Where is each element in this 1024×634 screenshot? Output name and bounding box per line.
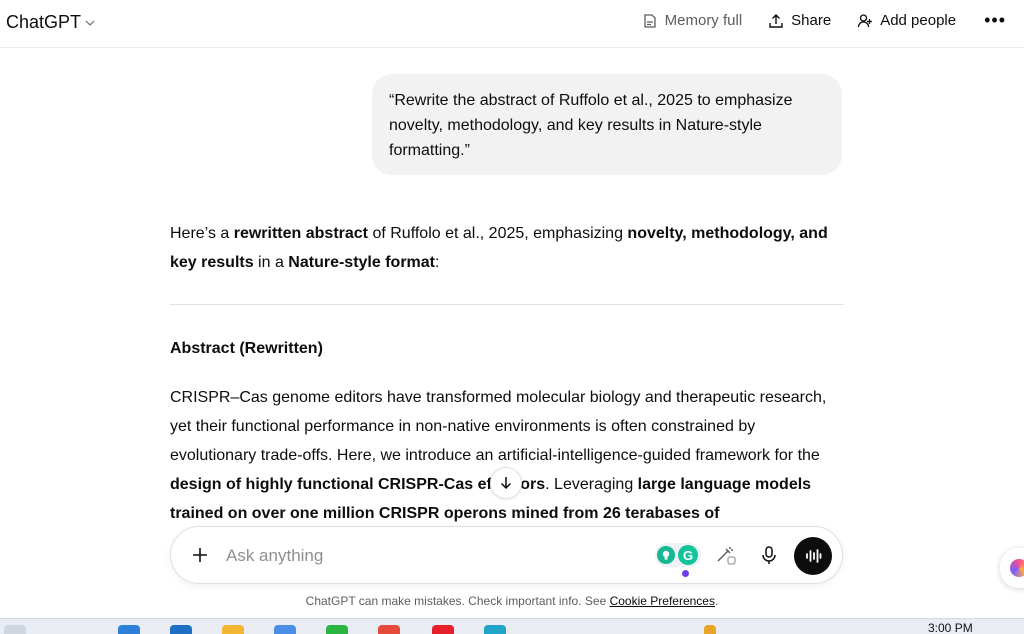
- model-label: ChatGPT: [6, 12, 82, 32]
- voice-waveform-icon: [806, 549, 822, 563]
- message-composer: G: [170, 526, 843, 584]
- edge-browser-icon[interactable]: [484, 625, 506, 634]
- user-message: “Rewrite the abstract of Ruffolo et al.,…: [372, 74, 842, 175]
- scroll-to-bottom-button[interactable]: [490, 467, 522, 499]
- start-thumbnail-icon[interactable]: [4, 625, 26, 634]
- os-taskbar: 3:00 PM: [0, 618, 1024, 634]
- tray-app-icon[interactable]: [704, 625, 716, 634]
- chrome-app-icon[interactable]: [378, 625, 400, 634]
- file-explorer-icon[interactable]: [222, 625, 244, 634]
- ask-input[interactable]: [226, 543, 616, 569]
- arrow-down-icon: [500, 477, 512, 490]
- share-upload-icon: [769, 13, 783, 28]
- disclaimer: ChatGPT can make mistakes. Check importa…: [305, 594, 719, 608]
- notification-dot: [682, 570, 689, 577]
- top-header: ChatGPT Memory full Share Add people •••: [0, 0, 1024, 48]
- section-heading: Abstract (Rewritten): [170, 340, 323, 357]
- extension-badges[interactable]: G: [655, 543, 701, 567]
- taskbar-clock[interactable]: 3:00 PM: [928, 621, 973, 634]
- add-person-icon: [858, 13, 873, 27]
- share-button[interactable]: Share: [768, 12, 831, 29]
- memory-full-button[interactable]: Memory full: [642, 12, 743, 29]
- add-people-button[interactable]: Add people: [857, 12, 956, 29]
- add-people-label: Add people: [880, 12, 957, 29]
- floating-assistant-widget[interactable]: [1000, 548, 1024, 588]
- outlook-app-icon[interactable]: [274, 625, 296, 634]
- share-label: Share: [791, 12, 832, 29]
- tools-cursor-icon[interactable]: [715, 544, 737, 566]
- header-actions: Memory full Share Add people •••: [642, 10, 1008, 31]
- microphone-icon[interactable]: [758, 544, 780, 566]
- cookie-preferences-link[interactable]: Cookie Preferences: [610, 594, 715, 608]
- memory-full-label: Memory full: [664, 12, 743, 29]
- assistant-intro: Here’s a rewritten abstract of Ruffolo e…: [170, 225, 828, 271]
- chatgpt-app: ChatGPT Memory full Share Add people •••…: [0, 0, 1024, 634]
- divider: [170, 304, 844, 305]
- more-options-button[interactable]: •••: [982, 10, 1008, 31]
- copilot-app-icon[interactable]: [118, 625, 140, 634]
- voice-mode-button[interactable]: [794, 537, 832, 575]
- whatsapp-app-icon[interactable]: [326, 625, 348, 634]
- memory-icon: [643, 13, 656, 28]
- pdf-app-icon[interactable]: [432, 625, 454, 634]
- widget-logo-icon: [1010, 559, 1024, 577]
- model-switcher[interactable]: ChatGPT: [6, 12, 95, 33]
- lightbulb-extension-icon: [657, 546, 675, 564]
- store-app-icon[interactable]: [170, 625, 192, 634]
- grammarly-icon: G: [678, 545, 698, 565]
- chevron-down-icon: [85, 20, 95, 26]
- plus-icon[interactable]: [189, 544, 211, 566]
- abstract-paragraph: CRISPR–Cas genome editors have transform…: [170, 389, 827, 522]
